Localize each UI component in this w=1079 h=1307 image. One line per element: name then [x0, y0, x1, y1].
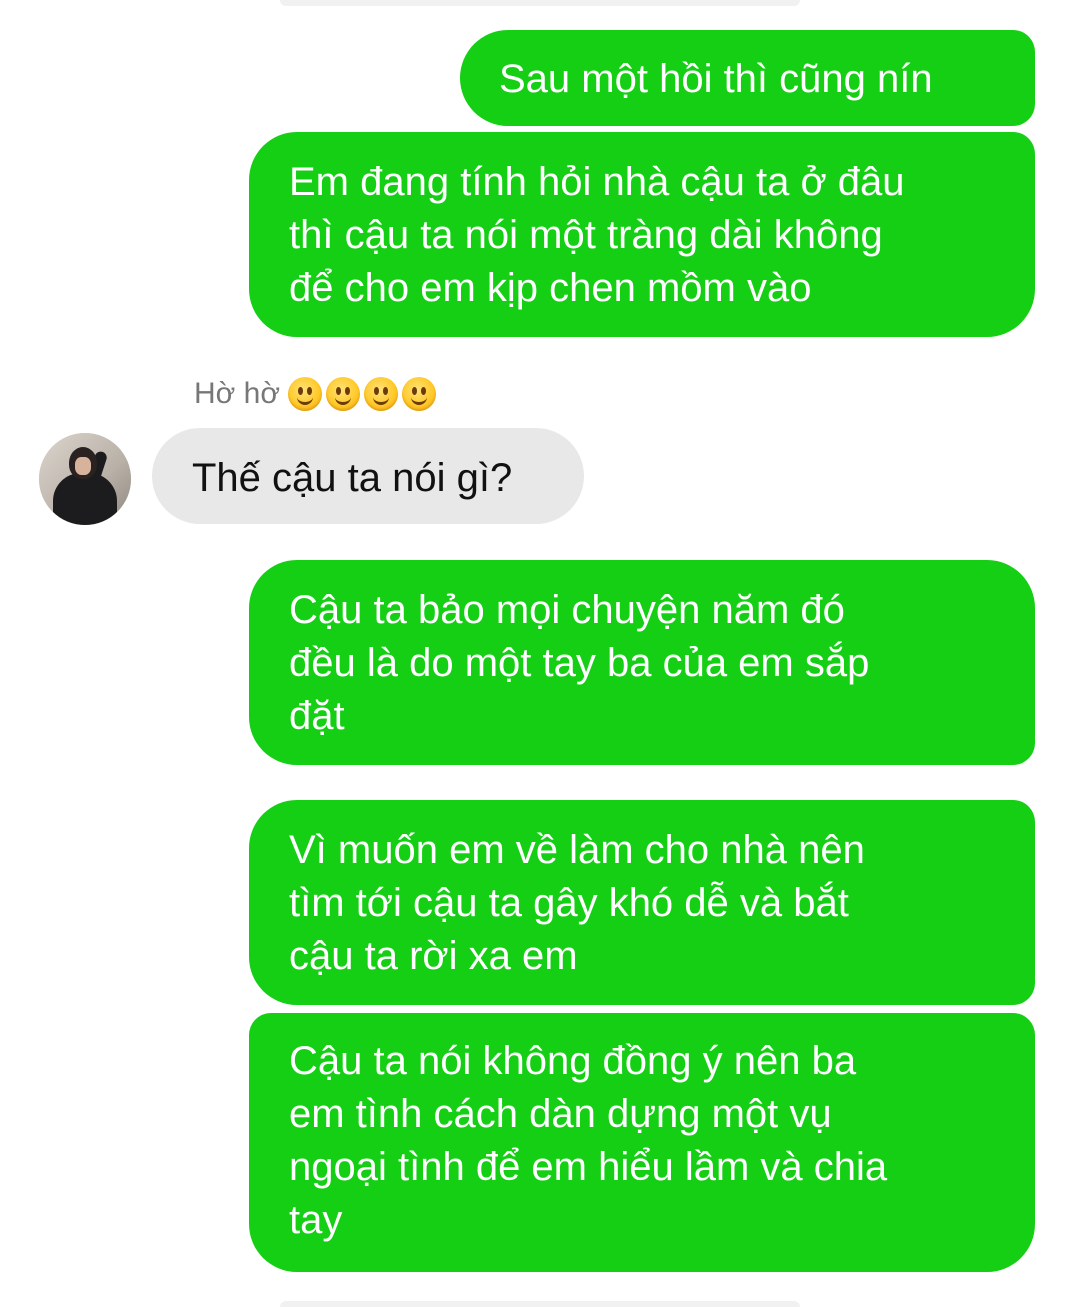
- reply-preview-text: Hờ hờ: [194, 377, 281, 410]
- slightly-smiling-face-icon: [288, 377, 323, 411]
- slightly-smiling-face-icon: [364, 377, 399, 411]
- incoming-message-bubble[interactable]: Thế cậu ta nói gì?: [152, 428, 584, 524]
- next-message-edge: [280, 1301, 800, 1307]
- outgoing-message-bubble[interactable]: Em đang tính hỏi nhà cậu ta ở đâu thì cậ…: [249, 132, 1035, 337]
- slightly-smiling-face-icon: [326, 377, 361, 411]
- outgoing-message-bubble[interactable]: Sau một hồi thì cũng nín: [460, 30, 1035, 126]
- slightly-smiling-face-icon: [402, 377, 437, 411]
- outgoing-message-bubble[interactable]: Cậu ta nói không đồng ý nên ba em tình c…: [249, 1013, 1035, 1272]
- reply-preview-emojis: [288, 377, 440, 411]
- contact-avatar[interactable]: [39, 433, 131, 525]
- previous-message-edge: [280, 0, 800, 6]
- outgoing-message-bubble[interactable]: Vì muốn em về làm cho nhà nên tìm tới cậ…: [249, 800, 1035, 1005]
- reply-preview[interactable]: Hờ hờ: [194, 372, 440, 416]
- message-thread: Sau một hồi thì cũng nín Em đang tính hỏ…: [0, 0, 1079, 1307]
- outgoing-message-bubble[interactable]: Cậu ta bảo mọi chuyện năm đó đều là do m…: [249, 560, 1035, 765]
